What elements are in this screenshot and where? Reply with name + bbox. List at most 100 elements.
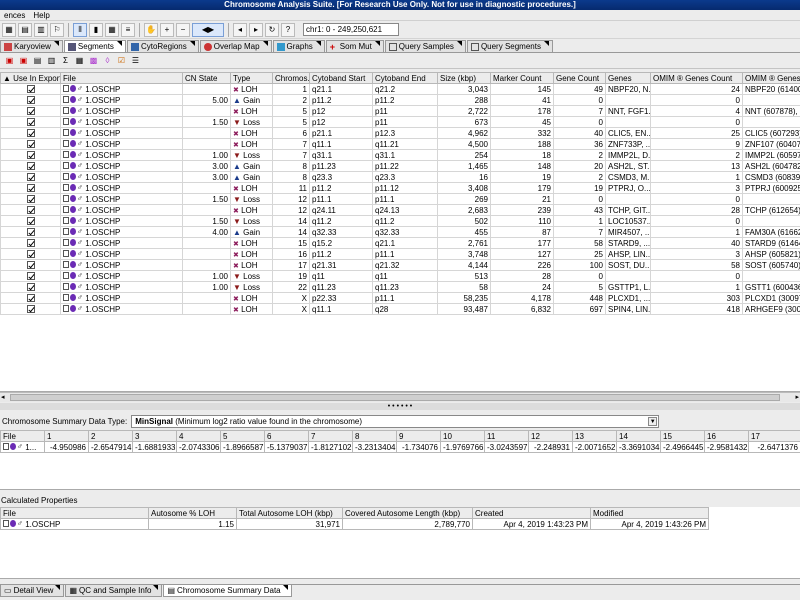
expand-icon[interactable] xyxy=(63,118,69,125)
table-row[interactable]: ♂ 1.OSCHP ✖ LOH 1 q21.1 q21.2 3,043 145 49 NBPF2… xyxy=(0,83,800,95)
expand-icon[interactable] xyxy=(63,96,69,103)
col-created[interactable]: Created xyxy=(472,507,591,519)
list-icon[interactable]: ☰ xyxy=(130,55,141,66)
menu-help[interactable]: Help xyxy=(29,11,53,20)
expand-icon[interactable] xyxy=(63,195,69,202)
zoom-in-icon[interactable]: + xyxy=(160,22,174,37)
use-in-export-checkbox[interactable] xyxy=(26,195,35,204)
use-in-export-checkbox[interactable] xyxy=(26,129,35,138)
copy-icon[interactable]: ▥ xyxy=(46,55,57,66)
col-gene-count[interactable]: Gene Count xyxy=(553,72,606,84)
expand-icon[interactable] xyxy=(63,151,69,158)
col-size[interactable]: Size (kbp) xyxy=(437,72,491,84)
col-chromosome[interactable]: 5 xyxy=(220,430,265,442)
expand-icon[interactable] xyxy=(63,85,69,92)
horizontal-scrollbar[interactable]: ◂ ▸ xyxy=(0,392,800,402)
forward-icon[interactable]: ▸ xyxy=(249,22,263,37)
panel-splitter[interactable]: • • • • • • xyxy=(0,403,800,410)
col-cytoband-start[interactable]: Cytoband Start xyxy=(309,72,373,84)
use-in-export-checkbox[interactable] xyxy=(26,162,35,171)
col-chromosome[interactable]: 12 xyxy=(528,430,573,442)
col-file[interactable]: File xyxy=(0,507,149,519)
save-icon[interactable]: ▤ xyxy=(32,55,43,66)
table-row[interactable]: ♂ 1.OSCHP ✖ LOH Xp22.33 p11.1 58,235 4,178 448… xyxy=(0,292,800,304)
back-icon[interactable]: ◂ xyxy=(233,22,247,37)
bars-icon[interactable]: ▮ xyxy=(89,22,103,37)
col-chromosome[interactable]: 14 xyxy=(616,430,661,442)
expand-icon[interactable] xyxy=(63,217,69,224)
table-row[interactable]: ♂ 1.OSCHP 1.00 ▼ Loss 7 q31.1 q31.1 254 18 2 IMMP… xyxy=(0,149,800,161)
expand-icon[interactable] xyxy=(63,107,69,114)
tab-graphs[interactable]: Graphs xyxy=(272,40,325,52)
col-type[interactable]: Type xyxy=(230,72,273,84)
use-in-export-checkbox[interactable] xyxy=(26,118,35,127)
col-chromosome[interactable]: 13 xyxy=(572,430,617,442)
use-in-export-checkbox[interactable] xyxy=(26,283,35,292)
table-row[interactable]: ♂ 1.OSCHP ✖ LOH 12 q24.11 q24.13 2,683 239 43 TC… xyxy=(0,204,800,216)
col-autosome-pct-loh[interactable]: Autosome % LOH xyxy=(148,507,237,519)
sum-icon[interactable]: Σ xyxy=(60,55,71,66)
col-chromosome[interactable]: 15 xyxy=(660,430,705,442)
table-row[interactable]: ♂ 1.OSCHP ✖ LOH 7 q11.1 q11.21 4,500 188 36 ZNF7… xyxy=(0,138,800,150)
karyo-view-icon[interactable]: ⫴ xyxy=(73,22,87,37)
table-row[interactable]: ♂ 1.OSCHP 3.00 ▲ Gain 8 p11.23 p11.22 1,465 148… xyxy=(0,160,800,172)
use-in-export-checkbox[interactable] xyxy=(26,228,35,237)
use-in-export-checkbox[interactable] xyxy=(26,151,35,160)
tab-cytoregions[interactable]: CytoRegions xyxy=(126,40,199,52)
table-row[interactable]: ♂ 1.OSCHP 1.00 ▼ Loss 22 q11.23 q11.23 58 24 5 GS… xyxy=(0,281,800,293)
expand-icon[interactable] xyxy=(3,443,9,450)
use-in-export-checkbox[interactable] xyxy=(26,140,35,149)
table-row[interactable]: ♂ 1.OSCHP ✖ LOH 15 q15.2 q21.1 2,761 177 58 STAR… xyxy=(0,237,800,249)
tab-qc-sample-info[interactable]: ▦ QC and Sample Info xyxy=(65,585,163,597)
summary-type-select[interactable]: MinSignal (Minimum log2 ratio value foun… xyxy=(131,414,660,428)
use-in-export-checkbox[interactable] xyxy=(26,239,35,248)
use-in-export-checkbox[interactable] xyxy=(26,272,35,281)
col-chromosome[interactable]: 9 xyxy=(396,430,441,442)
use-in-export-checkbox[interactable] xyxy=(26,85,35,94)
use-in-export-checkbox[interactable] xyxy=(26,261,35,270)
expand-icon[interactable] xyxy=(3,520,9,527)
expand-icon[interactable] xyxy=(63,239,69,246)
menu-preferences[interactable]: ences xyxy=(0,11,29,20)
col-chromosome[interactable]: 1 xyxy=(44,430,89,442)
export-icon[interactable]: ▤ xyxy=(18,22,32,37)
col-chromosome[interactable]: 17 xyxy=(748,430,800,442)
col-file[interactable]: File xyxy=(0,430,45,442)
table-icon[interactable]: ▥ xyxy=(34,22,48,37)
table-row[interactable]: ♂ 1.OSCHP ✖ LOH 11 p11.2 p11.12 3,408 179 19 PTP… xyxy=(0,182,800,194)
table-row[interactable]: ♂ 1.OSCHP ✖ LOH 6 p21.1 p12.3 4,962 332 40 CLIC5… xyxy=(0,127,800,139)
tab-overlap-map[interactable]: Overlap Map xyxy=(199,40,272,52)
expand-icon[interactable] xyxy=(63,283,69,290)
expand-icon[interactable] xyxy=(63,272,69,279)
hand-icon[interactable]: ✋ xyxy=(144,22,158,37)
col-covered-autosome-length[interactable]: Covered Autosome Length (kbp) xyxy=(342,507,473,519)
use-in-export-checkbox[interactable] xyxy=(26,250,35,259)
col-modified[interactable]: Modified xyxy=(590,507,709,519)
col-genes[interactable]: Genes xyxy=(605,72,651,84)
col-chromosome[interactable]: 10 xyxy=(440,430,485,442)
col-cn-state[interactable]: CN State xyxy=(182,72,231,84)
tab-karyoview[interactable]: Karyoview xyxy=(0,40,63,52)
grid-icon[interactable]: ▦ xyxy=(105,22,119,37)
scroll-right-icon[interactable]: ▸ xyxy=(795,393,799,401)
location-field[interactable]: chr1: 0 - 249,250,621 xyxy=(303,23,399,36)
col-chromosome[interactable]: 4 xyxy=(176,430,221,442)
expand-icon[interactable] xyxy=(63,294,69,301)
col-chromosome[interactable]: 11 xyxy=(484,430,529,442)
zoom-out-icon[interactable]: − xyxy=(176,22,190,37)
col-omim-genes-count[interactable]: OMIM ® Genes Count xyxy=(650,72,743,84)
check-all-icon[interactable]: ☑ xyxy=(116,55,127,66)
table-row[interactable]: ♂ 1.OSCHP 1.50 ▼ Loss 5 p12 p11 673 45 0 0 xyxy=(0,116,800,128)
open-icon[interactable]: ▦ xyxy=(2,22,16,37)
col-chromosome[interactable]: 6 xyxy=(264,430,309,442)
stack-icon[interactable]: ≡ xyxy=(121,22,135,37)
col-use-in-export[interactable]: ▲ Use In Export xyxy=(0,72,61,84)
help-icon[interactable]: ? xyxy=(281,22,295,37)
calc-row[interactable]: ♂ 1.OSCHP 1.15 31,971 2,789,770 Apr 4, 2… xyxy=(0,518,709,530)
table-row[interactable]: ♂ 1.OSCHP ✖ LOH 17 q21.31 q21.32 4,144 226 100 S… xyxy=(0,259,800,271)
columns-icon[interactable]: ▦ xyxy=(74,55,85,66)
expand-icon[interactable] xyxy=(63,129,69,136)
col-chromosome[interactable]: 16 xyxy=(704,430,749,442)
table-row[interactable]: ♂ 1.OSCHP 3.00 ▲ Gain 8 q23.3 q23.3 16 19 2 CSMD3… xyxy=(0,171,800,183)
expand-icon[interactable] xyxy=(63,250,69,257)
